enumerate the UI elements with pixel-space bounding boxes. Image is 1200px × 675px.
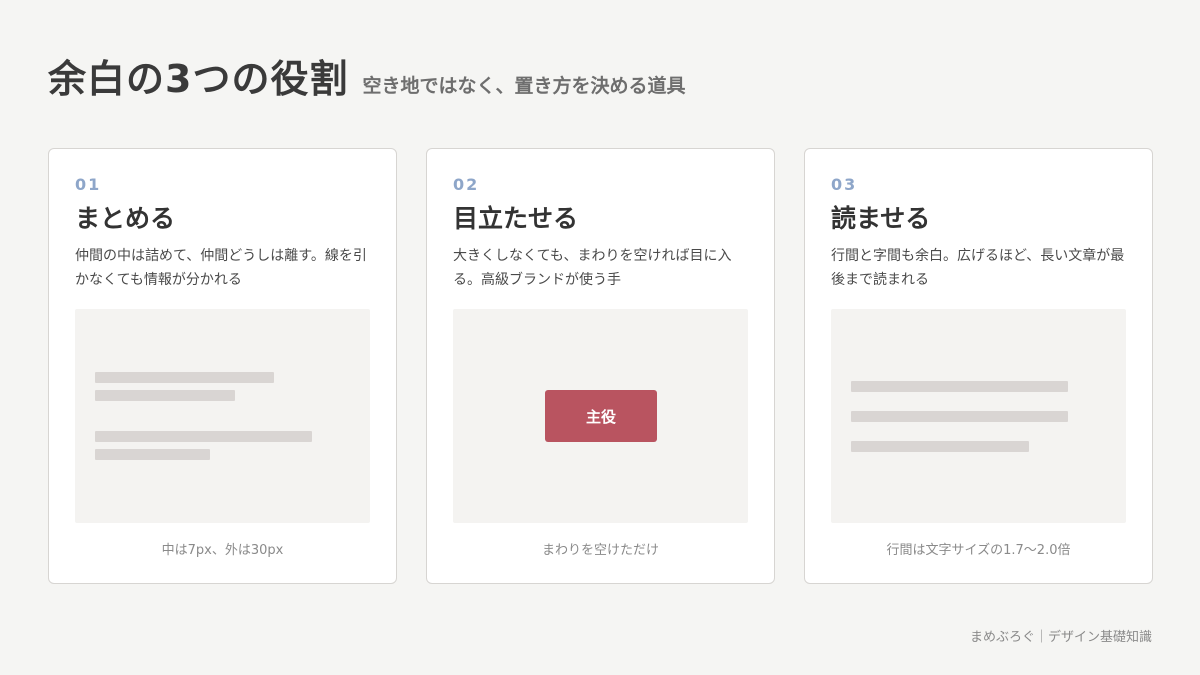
placeholder-line bbox=[95, 372, 274, 383]
card-caption: まわりを空けただけ bbox=[541, 543, 659, 558]
main-role-button[interactable]: 主役 bbox=[545, 390, 657, 442]
card-caption: 行間は文字サイズの1.7〜2.0倍 bbox=[886, 543, 1071, 558]
placeholder-line bbox=[851, 381, 1068, 392]
placeholder-line bbox=[851, 441, 1029, 452]
card-list: 01 まとめる 仲間の中は詰めて、仲間どうしは離す。線を引かなくても情報が分かれ… bbox=[48, 148, 1153, 584]
card-caption: 中は7px、外は30px bbox=[161, 543, 284, 558]
card-highlight: 02 目立たせる 大きくしなくても、まわりを空ければ目に入る。高級ブランドが使う… bbox=[426, 148, 775, 584]
footer-credit: まめぶろぐ｜デザイン基礎知識 bbox=[969, 630, 1152, 645]
placeholder-line bbox=[95, 431, 312, 442]
card-title: まとめる bbox=[75, 204, 176, 233]
placeholder-line bbox=[95, 449, 210, 460]
card-readability: 03 読ませる 行間と字間も余白。広げるほど、長い文章が最後まで読まれる 行間は… bbox=[804, 148, 1153, 584]
card-description: 行間と字間も余白。広げるほど、長い文章が最後まで読まれる bbox=[831, 248, 1125, 288]
page-subtitle: 空き地ではなく、置き方を決める道具 bbox=[362, 75, 686, 97]
highlight-illustration: 主役 bbox=[453, 309, 748, 523]
card-number: 01 bbox=[75, 175, 102, 194]
page-title: 余白の3つの役割 bbox=[48, 57, 349, 101]
card-group: 01 まとめる 仲間の中は詰めて、仲間どうしは離す。線を引かなくても情報が分かれ… bbox=[48, 148, 397, 584]
page-header: 余白の3つの役割 空き地ではなく、置き方を決める道具 bbox=[48, 48, 685, 103]
placeholder-line bbox=[95, 390, 235, 401]
card-title: 読ませる bbox=[831, 204, 931, 233]
readability-illustration bbox=[831, 309, 1126, 523]
card-number: 02 bbox=[453, 175, 480, 194]
placeholder-line bbox=[851, 411, 1068, 422]
card-description: 仲間の中は詰めて、仲間どうしは離す。線を引かなくても情報が分かれる bbox=[75, 248, 367, 288]
card-number: 03 bbox=[831, 175, 858, 194]
grouping-illustration bbox=[75, 309, 370, 523]
card-title: 目立たせる bbox=[453, 204, 579, 233]
card-description: 大きくしなくても、まわりを空ければ目に入る。高級ブランドが使う手 bbox=[453, 248, 732, 288]
